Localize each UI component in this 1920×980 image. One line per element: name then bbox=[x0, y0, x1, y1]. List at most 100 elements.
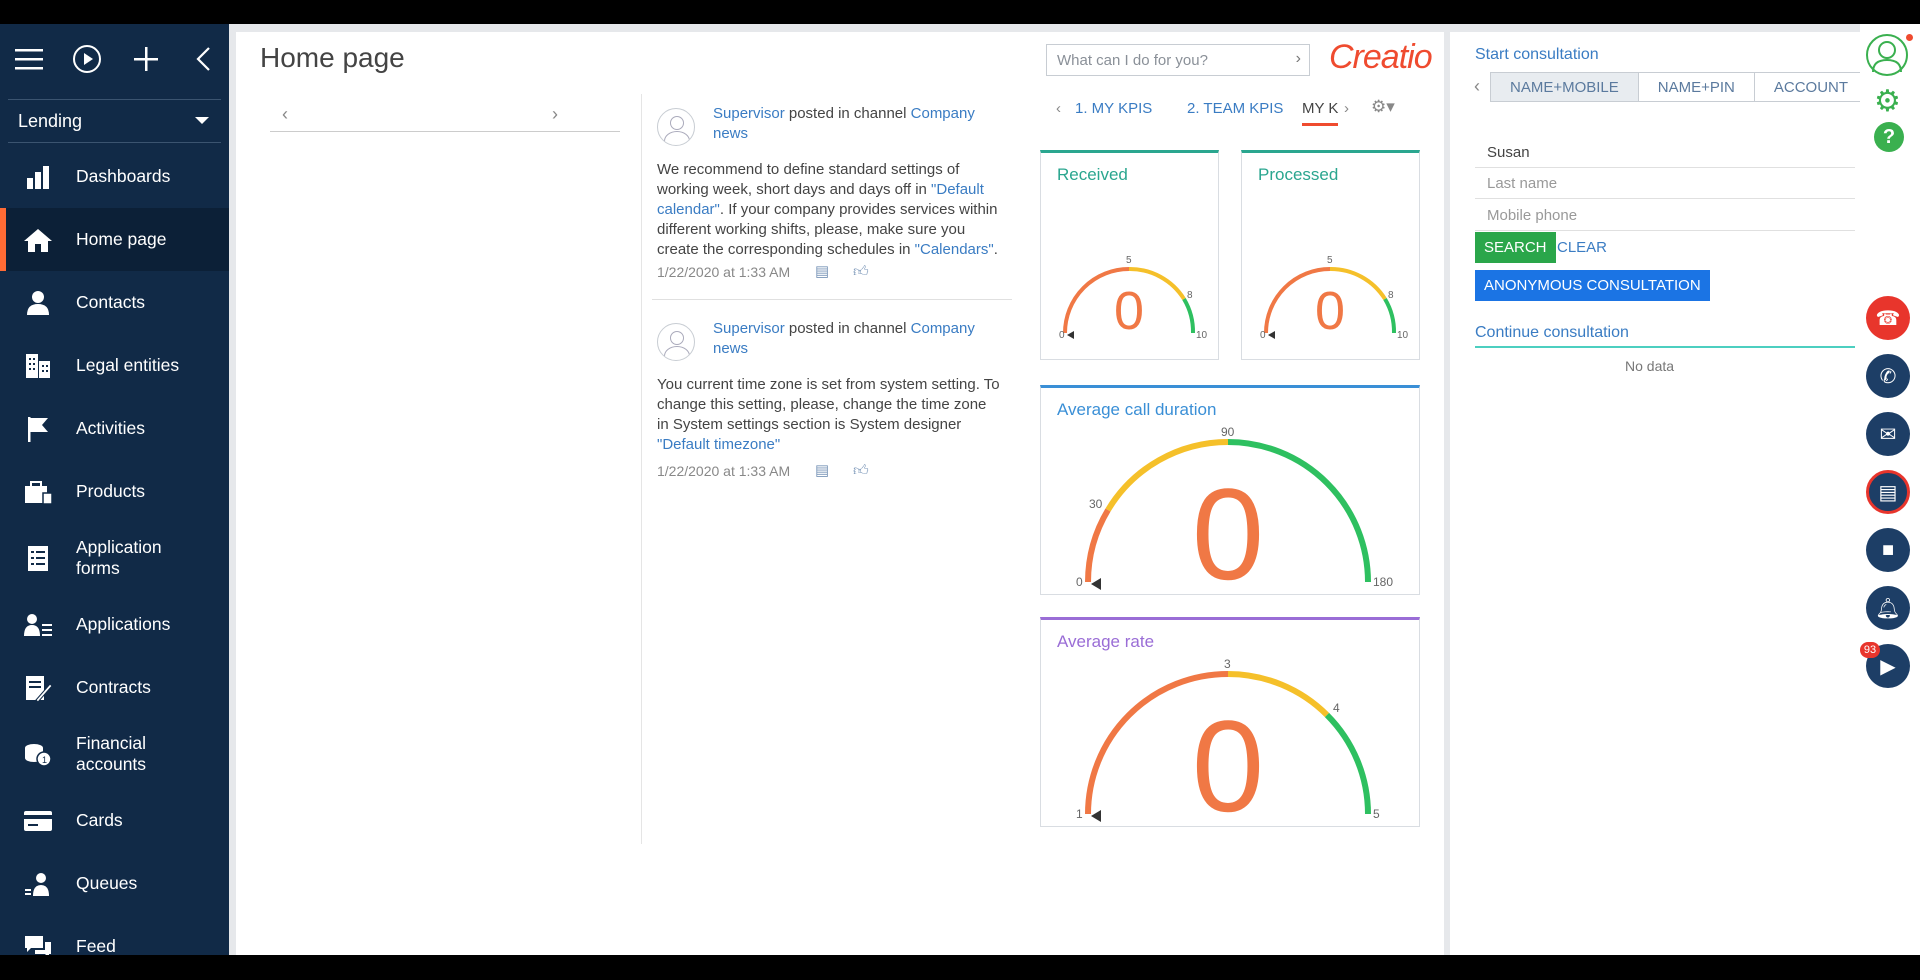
tabs-prev-icon[interactable]: ‹ bbox=[1056, 100, 1061, 117]
gauge-tick: 5 bbox=[1327, 255, 1333, 266]
tab-team-kpis[interactable]: 2. TEAM KPIS bbox=[1187, 100, 1283, 117]
post-timestamp: 1/22/2020 at 1:33 AM bbox=[657, 463, 791, 479]
like-thumb-icon[interactable]: 👍︎ bbox=[853, 262, 869, 282]
creatio-logo: Creatio bbox=[1329, 38, 1433, 76]
mobile-phone-field[interactable]: Mobile phone bbox=[1475, 201, 1855, 231]
post-author-link[interactable]: Supervisor bbox=[713, 105, 785, 122]
card-icon bbox=[22, 805, 54, 837]
chat-icon bbox=[22, 931, 54, 955]
dashboard-settings-gear-icon[interactable]: ⚙▾ bbox=[1371, 97, 1395, 117]
collapse-chevron-left-icon[interactable] bbox=[188, 44, 218, 74]
gauge-tick: 1 bbox=[1076, 807, 1083, 821]
workspace-selector[interactable]: Lending bbox=[8, 99, 221, 143]
sidebar-item-activities[interactable]: Activities bbox=[0, 397, 229, 460]
avatar[interactable] bbox=[657, 108, 695, 146]
sidebar-item-label: Application forms bbox=[76, 537, 162, 578]
start-consultation-title: Start consultation bbox=[1475, 46, 1599, 63]
gauge-tick: 10 bbox=[1196, 330, 1208, 341]
gauge-tick: 0 bbox=[1076, 575, 1083, 589]
sidebar-item-label: Home page bbox=[76, 229, 167, 249]
sidebar-item-label: Legal entities bbox=[76, 355, 180, 375]
post-divider bbox=[652, 299, 1012, 300]
sidebar-toolbar bbox=[0, 24, 229, 94]
anonymous-consultation-button[interactable]: ANONYMOUS CONSULTATION bbox=[1475, 270, 1710, 301]
bell-icon[interactable]: 🔔︎ bbox=[1866, 586, 1910, 630]
chevron-down-icon bbox=[195, 117, 209, 124]
command-search-input[interactable]: What can I do for you? › bbox=[1046, 44, 1310, 76]
feed-comments-icon[interactable]: ■ bbox=[1866, 528, 1910, 572]
chat-bubble-icon[interactable]: ▤ bbox=[1866, 470, 1910, 514]
tab-account[interactable]: ACCOUNT bbox=[1755, 73, 1867, 101]
post-text: You current time zone is set from system… bbox=[657, 375, 1002, 455]
gauge-tick: 4 bbox=[1333, 701, 1340, 715]
main-content: Home page What can I do for you? › Creat… bbox=[236, 32, 1444, 955]
sidebar-item-contacts[interactable]: Contacts bbox=[0, 271, 229, 334]
agent-call-icon[interactable]: ☎ bbox=[1866, 296, 1910, 340]
post-text: We recommend to define standard settings… bbox=[657, 160, 1002, 260]
sidebar-item-legal-entities[interactable]: Legal entities bbox=[0, 334, 229, 397]
tab-my-kpis[interactable]: 1. MY KPIS bbox=[1075, 100, 1152, 117]
tabs-next-icon[interactable]: › bbox=[1344, 100, 1349, 117]
sidebar-item-queues[interactable]: Queues bbox=[0, 852, 229, 915]
sidebar-item-label: Feed bbox=[76, 936, 116, 955]
post-text-part: You current time zone is set from system… bbox=[657, 376, 1000, 433]
command-search-placeholder: What can I do for you? bbox=[1057, 52, 1208, 69]
gauge-value: 0 bbox=[1114, 281, 1144, 341]
gauge-average-call-duration: 0 30 90 180 0 bbox=[1076, 425, 1393, 594]
settings-gear-icon[interactable]: ⚙ bbox=[1874, 87, 1901, 117]
sidebar-item-dashboards[interactable]: Dashboards bbox=[0, 145, 229, 208]
no-data-text: No data bbox=[1625, 358, 1675, 374]
search-button[interactable]: SEARCH bbox=[1475, 232, 1556, 263]
calendar-prev-icon[interactable]: ‹ bbox=[282, 104, 288, 125]
default-timezone-link[interactable]: "Default timezone" bbox=[657, 436, 780, 453]
first-name-field[interactable]: Susan bbox=[1475, 138, 1855, 168]
gauge-value: 0 bbox=[1315, 281, 1345, 341]
sidebar-item-label: Queues bbox=[76, 873, 138, 893]
avatar[interactable] bbox=[657, 323, 695, 361]
add-plus-icon[interactable] bbox=[131, 44, 161, 74]
sidebar-item-cards[interactable]: Cards bbox=[0, 789, 229, 852]
hamburger-menu-icon[interactable] bbox=[14, 44, 44, 74]
process-play-icon[interactable] bbox=[72, 44, 102, 74]
tasks-count-badge: 93 bbox=[1860, 642, 1880, 658]
home-icon bbox=[22, 224, 54, 256]
tab-name-mobile[interactable]: NAME+MOBILE bbox=[1491, 73, 1639, 101]
coins-icon: 1 bbox=[22, 738, 54, 770]
sidebar-item-label: Financial accounts bbox=[76, 733, 147, 774]
tab-my-k[interactable]: MY K bbox=[1302, 100, 1339, 126]
comment-icon[interactable]: ▤ bbox=[815, 461, 829, 481]
widget-title: Average call duration bbox=[1057, 400, 1217, 419]
seg-prev-icon[interactable]: ‹ bbox=[1474, 76, 1480, 97]
sidebar-item-financial-accounts[interactable]: 1 Financial accounts bbox=[0, 719, 229, 789]
sidebar-item-feed[interactable]: Feed bbox=[0, 915, 229, 955]
sidebar-item-products[interactable]: Products bbox=[0, 460, 229, 523]
phone-icon[interactable]: ✆ bbox=[1866, 354, 1910, 398]
calendars-link[interactable]: "Calendars" bbox=[915, 241, 994, 258]
gauge-processed: 0 5 8 10 0 bbox=[1260, 255, 1409, 341]
building-icon bbox=[22, 350, 54, 382]
queue-icon bbox=[22, 868, 54, 900]
sidebar-item-applications[interactable]: Applications bbox=[0, 593, 229, 656]
widget-title: Received bbox=[1057, 165, 1128, 184]
chevron-right-icon[interactable]: › bbox=[1296, 50, 1301, 68]
person-list-icon bbox=[22, 609, 54, 641]
sidebar-item-home-page[interactable]: Home page bbox=[0, 208, 229, 271]
sidebar-item-application-forms[interactable]: Application forms bbox=[0, 523, 229, 593]
gauge-tick: 0 bbox=[1059, 330, 1065, 341]
tab-name-pin[interactable]: NAME+PIN bbox=[1639, 73, 1755, 101]
gauge-average-rate: 1 3 4 5 0 bbox=[1076, 657, 1380, 826]
comment-icon[interactable]: ▤ bbox=[815, 262, 829, 282]
sidebar-item-contracts[interactable]: Contracts bbox=[0, 656, 229, 719]
post-author-link[interactable]: Supervisor bbox=[713, 320, 785, 337]
form-icon bbox=[22, 542, 54, 574]
last-name-field[interactable]: Last name bbox=[1475, 169, 1855, 199]
email-icon[interactable]: ✉ bbox=[1866, 412, 1910, 456]
help-question-icon[interactable]: ? bbox=[1874, 122, 1904, 152]
profile-avatar-icon[interactable] bbox=[1866, 34, 1908, 76]
like-thumb-icon[interactable]: 👍︎ bbox=[853, 461, 869, 481]
workspace-label: Lending bbox=[18, 110, 83, 131]
calendar-next-icon[interactable]: › bbox=[552, 104, 558, 125]
widget-title: Average rate bbox=[1057, 632, 1155, 651]
clear-button[interactable]: CLEAR bbox=[1557, 239, 1607, 256]
sidebar-item-label: Dashboards bbox=[76, 166, 171, 186]
